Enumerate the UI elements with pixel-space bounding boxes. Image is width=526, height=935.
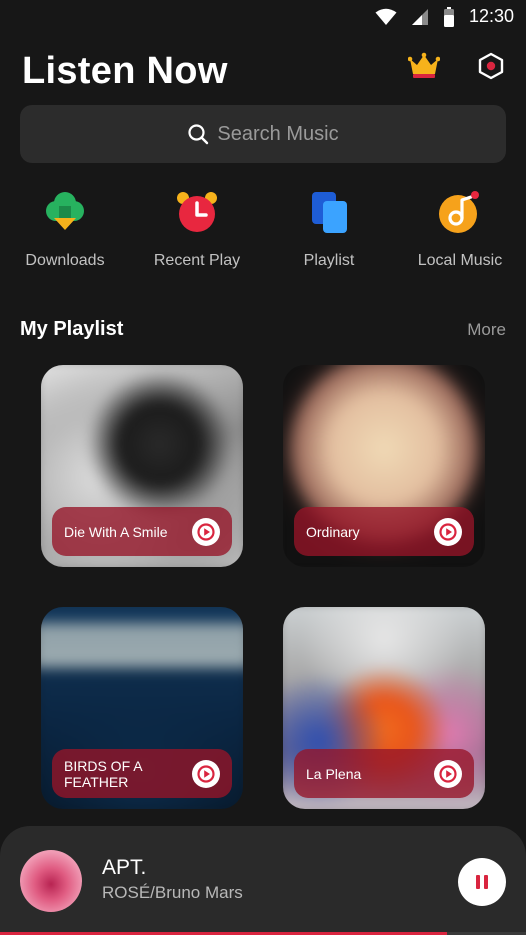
playlist-card[interactable]: La Plena: [283, 607, 485, 809]
battery-icon: [443, 6, 454, 27]
playlist-card-label: BIRDS OF A FEATHER: [52, 749, 232, 798]
header: Listen Now: [22, 48, 504, 94]
playlist-card-label: Ordinary: [294, 507, 474, 556]
alarm-clock-icon: [173, 188, 221, 236]
quick-action-downloads[interactable]: Downloads: [2, 188, 128, 270]
now-playing-artist: ROSÉ/Bruno Mars: [102, 883, 243, 902]
search-icon: [188, 124, 209, 145]
status-icons: 12:30: [375, 6, 514, 27]
playlist-card[interactable]: BIRDS OF A FEATHER: [41, 607, 243, 809]
header-actions: [408, 52, 504, 80]
status-time: 12:30: [468, 6, 514, 26]
play-button[interactable]: [192, 760, 220, 788]
quick-action-label: Local Music: [417, 252, 503, 269]
playlist-card[interactable]: Ordinary: [283, 365, 485, 567]
quick-action-label: Recent Play: [153, 252, 241, 269]
now-playing-album-art[interactable]: [20, 850, 82, 912]
quick-action-local-music[interactable]: Local Music: [397, 188, 523, 270]
status-bar: 12:30: [0, 0, 526, 36]
quick-action-label: Playlist: [303, 252, 355, 269]
now-playing-title: APT.: [102, 856, 147, 879]
playlist-card[interactable]: Die With A Smile: [41, 365, 243, 567]
settings-hexagon-icon[interactable]: [478, 52, 504, 80]
pause-icon: [476, 875, 488, 889]
pause-button[interactable]: [458, 858, 506, 906]
music-note-disc-icon: [436, 188, 484, 236]
quick-actions: Downloads Recent Play Playlist Local Mus…: [0, 188, 526, 278]
search-box[interactable]: Search Music: [20, 105, 506, 163]
mini-player[interactable]: APT. ROSÉ/Bruno Mars: [0, 826, 526, 935]
play-button[interactable]: [192, 518, 220, 546]
quick-action-playlist[interactable]: Playlist: [266, 188, 392, 270]
wifi-icon: [375, 8, 397, 25]
crown-icon[interactable]: [408, 52, 440, 80]
playlist-title: La Plena: [306, 765, 362, 782]
download-cloud-icon: [41, 188, 89, 236]
play-button[interactable]: [434, 518, 462, 546]
play-button[interactable]: [434, 760, 462, 788]
section-title: My Playlist: [20, 318, 124, 340]
more-link[interactable]: More: [467, 320, 506, 340]
quick-action-label: Downloads: [25, 252, 105, 269]
play-icon: [197, 523, 215, 541]
playlist-title: BIRDS OF A FEATHER: [64, 757, 142, 790]
play-icon: [197, 765, 215, 783]
playlist-card-label: La Plena: [294, 749, 474, 798]
search-input[interactable]: Search Music: [217, 123, 338, 146]
playlist-title: Ordinary: [306, 523, 360, 540]
playlist-stack-icon: [305, 188, 353, 236]
cellular-signal-icon: [411, 8, 428, 25]
play-icon: [439, 765, 457, 783]
playlist-card-label: Die With A Smile: [52, 507, 232, 556]
play-icon: [439, 523, 457, 541]
quick-action-recent-play[interactable]: Recent Play: [134, 188, 260, 270]
my-playlist-header: My Playlist More: [20, 316, 506, 346]
playlist-title: Die With A Smile: [64, 523, 168, 540]
